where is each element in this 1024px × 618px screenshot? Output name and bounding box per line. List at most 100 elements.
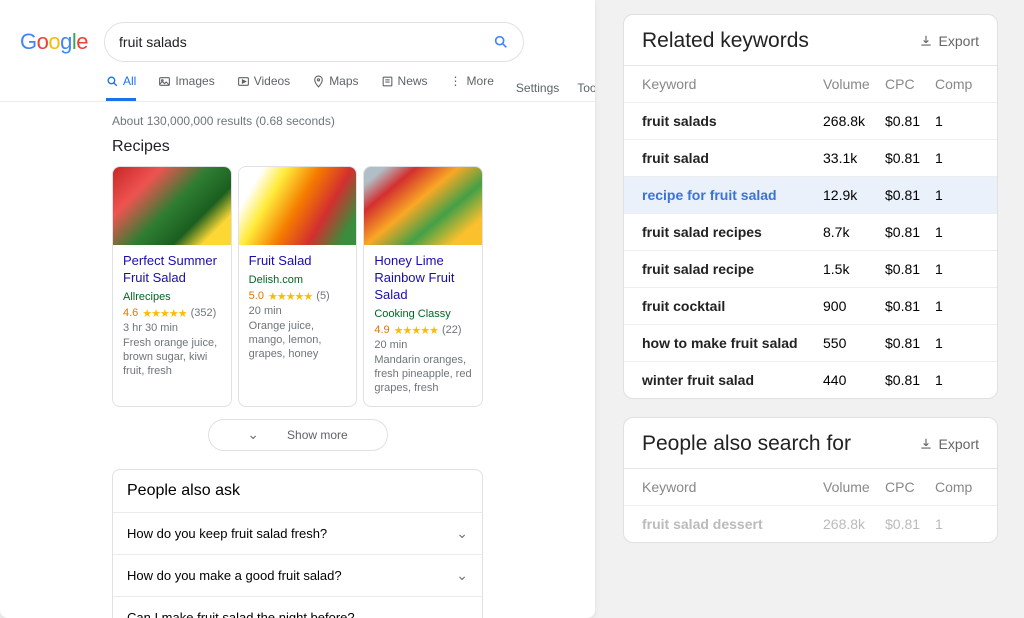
recipe-card[interactable]: Fruit Salad Delish.com 5.0★★★★★(5) 20 mi… — [238, 166, 358, 407]
recipe-ingredients: Mandarin oranges, fresh pineapple, red g… — [374, 353, 472, 396]
paa-item[interactable]: How do you keep fruit salad fresh?⌄ — [113, 513, 482, 555]
search-icon — [106, 75, 119, 88]
keyword-sidebar: Related keywords Export Keyword Volume C… — [595, 0, 1024, 618]
cell-keyword: fruit salad — [642, 150, 823, 166]
chevron-down-icon: ⌄ — [456, 609, 468, 618]
export-button[interactable]: Export — [919, 33, 979, 49]
tab-images[interactable]: Images — [158, 74, 214, 101]
cell-cpc: $0.81 — [885, 335, 935, 351]
cell-volume: 12.9k — [823, 187, 885, 203]
people-also-ask: People also ask How do you keep fruit sa… — [112, 469, 483, 618]
col-volume: Volume — [823, 479, 885, 495]
recipe-rating: 4.6 — [123, 307, 138, 319]
recipe-time: 20 min — [374, 339, 472, 351]
chevron-down-icon: ⌄ — [456, 567, 468, 584]
cell-cpc: $0.81 — [885, 516, 935, 532]
cell-keyword: fruit salad dessert — [642, 516, 823, 532]
recipe-title: Perfect Summer Fruit Salad — [123, 253, 221, 287]
recipe-time: 20 min — [249, 305, 347, 317]
recipe-image — [364, 167, 482, 245]
recipe-time: 3 hr 30 min — [123, 322, 221, 334]
table-row[interactable]: how to make fruit salad550$0.811 — [624, 324, 997, 361]
maps-icon — [312, 75, 325, 88]
table-row[interactable]: fruit salad33.1k$0.811 — [624, 139, 997, 176]
cell-cpc: $0.81 — [885, 372, 935, 388]
results-count: About 130,000,000 results (0.68 seconds) — [0, 102, 595, 138]
tab-label: More — [467, 74, 494, 88]
cell-keyword: fruit salad recipes — [642, 224, 823, 240]
settings-link[interactable]: Settings — [516, 81, 559, 95]
recipe-source: Delish.com — [249, 274, 347, 286]
table-row[interactable]: fruit salads268.8k$0.811 — [624, 102, 997, 139]
col-cpc: CPC — [885, 479, 935, 495]
cell-keyword: winter fruit salad — [642, 372, 823, 388]
tab-label: Maps — [329, 74, 358, 88]
recipe-ingredients: Fresh orange juice, brown sugar, kiwi fr… — [123, 336, 221, 379]
export-label: Export — [939, 436, 979, 452]
search-icon[interactable] — [493, 34, 509, 50]
recipe-image — [239, 167, 357, 245]
images-icon — [158, 75, 171, 88]
recipe-count: (22) — [442, 324, 462, 336]
cell-comp: 1 — [935, 261, 979, 277]
search-box[interactable] — [104, 22, 524, 62]
tab-videos[interactable]: Videos — [237, 74, 290, 101]
cell-comp: 1 — [935, 113, 979, 129]
cell-comp: 1 — [935, 187, 979, 203]
table-row[interactable]: recipe for fruit salad12.9k$0.811 — [624, 176, 997, 213]
cell-volume: 268.8k — [823, 113, 885, 129]
table-row[interactable]: fruit salad recipe1.5k$0.811 — [624, 250, 997, 287]
table-row[interactable]: fruit cocktail900$0.811 — [624, 287, 997, 324]
star-icon: ★★★★★ — [394, 324, 438, 337]
cell-volume: 268.8k — [823, 516, 885, 532]
tab-maps[interactable]: Maps — [312, 74, 358, 101]
tools-link[interactable]: Tools — [577, 81, 595, 95]
table-row[interactable]: winter fruit salad440$0.811 — [624, 361, 997, 398]
search-input[interactable] — [119, 34, 493, 50]
col-comp: Comp — [935, 76, 979, 92]
tab-label: News — [398, 74, 428, 88]
table-row[interactable]: fruit salad dessert 268.8k $0.81 1 — [624, 505, 997, 542]
show-more-label: Show more — [287, 428, 348, 442]
cell-comp: 1 — [935, 516, 979, 532]
download-icon — [919, 34, 933, 48]
cell-cpc: $0.81 — [885, 261, 935, 277]
recipe-card[interactable]: Perfect Summer Fruit Salad Allrecipes 4.… — [112, 166, 232, 407]
recipe-title: Fruit Salad — [249, 253, 347, 270]
recipe-card[interactable]: Honey Lime Rainbow Fruit Salad Cooking C… — [363, 166, 483, 407]
paa-item[interactable]: Can I make fruit salad the night before?… — [113, 597, 482, 618]
tab-news[interactable]: News — [381, 74, 428, 101]
cell-volume: 1.5k — [823, 261, 885, 277]
col-keyword: Keyword — [642, 76, 823, 92]
cell-comp: 1 — [935, 335, 979, 351]
tab-more[interactable]: ⋮ More — [450, 74, 494, 101]
paa-item[interactable]: How do you make a good fruit salad?⌄ — [113, 555, 482, 597]
cell-comp: 1 — [935, 224, 979, 240]
google-logo[interactable]: Google — [20, 29, 88, 55]
card-title: People also search for — [642, 432, 851, 456]
tab-all[interactable]: All — [106, 74, 136, 101]
recipes-section: Recipes Perfect Summer Fruit Salad Allre… — [0, 138, 595, 618]
more-icon: ⋮ — [450, 74, 463, 88]
col-comp: Comp — [935, 479, 979, 495]
search-tabs: All Images Videos Maps News ⋮ More Setti… — [0, 62, 595, 102]
recipe-source: Allrecipes — [123, 291, 221, 303]
show-more-button[interactable]: ⌄ Show more — [208, 419, 388, 451]
col-volume: Volume — [823, 76, 885, 92]
cell-cpc: $0.81 — [885, 298, 935, 314]
table-header: Keyword Volume CPC Comp — [624, 468, 997, 505]
export-label: Export — [939, 33, 979, 49]
col-cpc: CPC — [885, 76, 935, 92]
cell-volume: 33.1k — [823, 150, 885, 166]
table-header: Keyword Volume CPC Comp — [624, 65, 997, 102]
paa-question: How do you keep fruit salad fresh? — [127, 526, 327, 541]
table-row[interactable]: fruit salad recipes8.7k$0.811 — [624, 213, 997, 250]
videos-icon — [237, 75, 250, 88]
card-title: Related keywords — [642, 29, 809, 53]
related-keywords-card: Related keywords Export Keyword Volume C… — [623, 14, 998, 399]
cell-keyword: fruit salad recipe — [642, 261, 823, 277]
star-icon: ★★★★★ — [142, 307, 186, 320]
cell-cpc: $0.81 — [885, 113, 935, 129]
recipe-rating: 5.0 — [249, 290, 264, 302]
export-button[interactable]: Export — [919, 436, 979, 452]
